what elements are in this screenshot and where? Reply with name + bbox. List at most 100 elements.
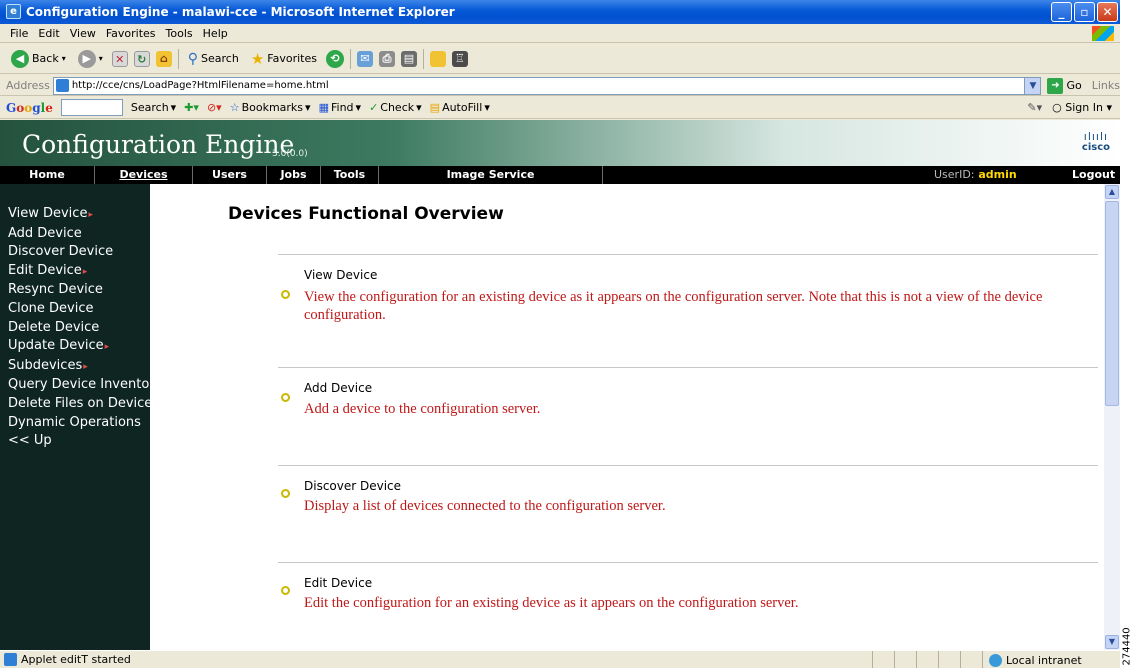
autofill-button[interactable]: ▤ AutoFill ▾ — [430, 101, 490, 114]
sidebar-item-delete-files[interactable]: Delete Files on Device — [0, 395, 150, 414]
menu-bar: File Edit View Favorites Tools Help — [0, 24, 1120, 43]
favorites-button[interactable]: ★ Favorites — [248, 47, 320, 71]
messenger-icon[interactable]: ♖ — [451, 50, 468, 67]
back-button[interactable]: ◀ Back ▾ — [8, 47, 69, 71]
sidebar-item-dynamic-operations[interactable]: Dynamic Operations — [0, 414, 150, 433]
sidebar-item-update-device[interactable]: Update Device▸ — [0, 337, 150, 357]
chevron-down-icon[interactable]: ▼ — [1024, 77, 1041, 94]
refresh-icon[interactable]: ↻ — [133, 50, 150, 67]
find-button[interactable]: ▦ Find ▾ — [319, 101, 361, 114]
pagerank-icon[interactable]: ✚▾ — [184, 101, 199, 114]
bookmarks-button[interactable]: ☆ Bookmarks ▾ — [230, 101, 311, 114]
nav-jobs[interactable]: Jobs — [267, 166, 321, 184]
standard-toolbar: ◀ Back ▾ ▶ ▾ ✕ ↻ ⌂ ⚲ Search ★ Favorites … — [0, 44, 1120, 74]
scrollbar-thumb[interactable] — [1105, 201, 1119, 406]
status-text: Applet editT started — [21, 653, 131, 666]
sidebar-item-query-device-inventory[interactable]: Query Device Inventory — [0, 376, 150, 395]
star-icon: ★ — [250, 49, 265, 68]
links-button[interactable]: Links — [1092, 79, 1120, 92]
menu-edit[interactable]: Edit — [38, 27, 59, 40]
chevron-down-icon: ▾ — [98, 54, 103, 63]
chevron-down-icon: ▾ — [61, 54, 66, 63]
check-button[interactable]: ✓ Check ▾ — [369, 101, 422, 114]
menu-file[interactable]: File — [10, 27, 28, 40]
window-title: Configuration Engine - malawi-cce - Micr… — [26, 5, 455, 19]
popup-blocker-icon[interactable]: ⊘▾ — [207, 101, 222, 114]
mail-icon[interactable]: ✉ — [356, 50, 373, 67]
sidebar-item-edit-device[interactable]: Edit Device▸ — [0, 262, 150, 282]
wrench-icon[interactable]: ✎▾ — [1027, 101, 1042, 114]
sidebar-item-add-device[interactable]: Add Device — [0, 225, 150, 244]
google-search-button[interactable]: Search ▾ — [131, 101, 176, 114]
autofill-icon: ▤ — [429, 101, 441, 114]
section-edit-device: Edit Device Edit the configuration for a… — [278, 562, 1098, 650]
print-icon[interactable]: ⎙ — [378, 50, 395, 67]
browser-window: e Configuration Engine - malawi-cce - Mi… — [0, 0, 1120, 668]
sidebar-item-clone-device[interactable]: Clone Device — [0, 300, 150, 319]
nav-home[interactable]: Home — [0, 166, 95, 184]
nav-devices[interactable]: Devices — [95, 166, 193, 184]
sidebar-item-resync-device[interactable]: Resync Device — [0, 281, 150, 300]
go-button[interactable]: ➜ Go — [1047, 77, 1082, 94]
submenu-arrow-icon: ▸ — [88, 210, 93, 220]
cisco-wordmark: cisco — [1081, 142, 1110, 153]
sidebar-item-delete-device[interactable]: Delete Device — [0, 319, 150, 338]
sidebar-item-discover-device[interactable]: Discover Device — [0, 243, 150, 262]
scroll-down-icon[interactable]: ▼ — [1105, 635, 1119, 649]
section-add-device: Add Device Add a device to the configura… — [278, 367, 1098, 465]
folder-icon[interactable] — [429, 50, 446, 67]
section-view-device: View Device View the configuration for a… — [278, 254, 1098, 352]
section-description: Edit the configuration for an existing d… — [304, 595, 799, 611]
app-version: 3.0(0.0) — [272, 149, 308, 159]
page-content: Configuration Engine 3.0(0.0) ılıılı cis… — [0, 120, 1120, 650]
search-button[interactable]: ⚲ Search — [185, 47, 242, 71]
edit-icon[interactable]: ▤ — [400, 50, 417, 67]
google-logo: Google — [6, 100, 53, 115]
star-icon: ☆ — [229, 101, 240, 114]
address-input[interactable]: http://cce/cns/LoadPage?HtmlFilename=hom… — [52, 76, 1042, 95]
back-arrow-icon: ◀ — [11, 49, 29, 68]
toolbar-separator — [349, 48, 351, 69]
sidebar-item-view-device[interactable]: View Device▸ — [0, 205, 150, 225]
app-header: Configuration Engine 3.0(0.0) ılıılı cis… — [0, 120, 1120, 166]
status-cell — [894, 651, 916, 668]
logout-link[interactable]: Logout — [1072, 166, 1115, 184]
address-label: Address — [6, 79, 50, 92]
sign-in-button[interactable]: ○ Sign In ▾ — [1052, 101, 1112, 114]
scroll-up-icon[interactable]: ▲ — [1105, 185, 1119, 199]
maximize-button[interactable]: ▫ — [1074, 2, 1095, 22]
submenu-arrow-icon: ▸ — [83, 361, 88, 372]
google-toolbar: Google Search ▾ ✚▾ ⊘▾ ☆ Bookmarks ▾ ▦ Find ▾… — [0, 97, 1120, 119]
sidebar-item-up[interactable]: << Up — [0, 432, 150, 451]
menu-favorites[interactable]: Favorites — [106, 27, 156, 40]
minimize-button[interactable]: _ — [1051, 2, 1072, 22]
stop-icon[interactable]: ✕ — [111, 50, 128, 67]
cisco-logo: ılıılı cisco — [1081, 130, 1110, 154]
nav-bar: Home Devices Users Jobs Tools Image Serv… — [0, 166, 1120, 184]
sidebar-item-subdevices[interactable]: Subdevices▸ — [0, 357, 150, 377]
section-description: Display a list of devices connected to t… — [304, 498, 666, 514]
page-icon — [4, 653, 17, 666]
close-button[interactable]: ✕ — [1097, 2, 1118, 22]
nav-image-service[interactable]: Image Service — [379, 166, 603, 184]
section-title: Add Device — [304, 381, 373, 395]
cisco-bars-icon: ılıılı — [1083, 130, 1109, 143]
history-icon[interactable]: ⟲ — [325, 49, 344, 68]
home-icon[interactable]: ⌂ — [155, 50, 172, 67]
menu-help[interactable]: Help — [203, 27, 228, 40]
google-search-input[interactable] — [60, 99, 123, 116]
submenu-arrow-icon: ▸ — [104, 342, 110, 353]
status-cell — [916, 651, 938, 668]
nav-users[interactable]: Users — [193, 166, 267, 184]
forward-button[interactable]: ▶ ▾ — [75, 47, 106, 71]
user-id: UserID: admin — [934, 168, 1017, 181]
nav-tools[interactable]: Tools — [321, 166, 379, 184]
menu-tools[interactable]: Tools — [166, 27, 193, 40]
section-discover-device: Discover Device Display a list of device… — [278, 465, 1098, 563]
intranet-icon — [989, 653, 1002, 667]
toolbar-separator — [177, 48, 179, 69]
menu-view[interactable]: View — [70, 27, 96, 40]
section-description: View the configuration for an existing d… — [304, 289, 1043, 323]
bullet-icon — [281, 586, 290, 595]
vertical-scrollbar[interactable]: ▲ ▼ — [1104, 184, 1120, 650]
